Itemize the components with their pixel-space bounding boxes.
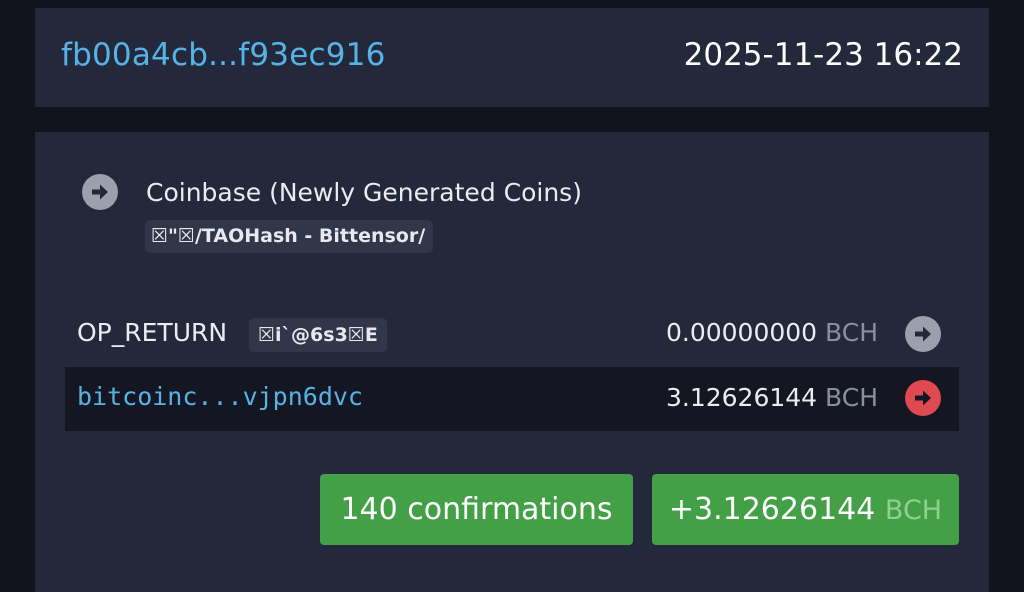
output-amount: 0.00000000 BCH xyxy=(666,318,878,347)
coinbase-script: ☒"☒/TAOHash - Bittensor/ xyxy=(145,220,434,253)
spent-arrow-icon[interactable] xyxy=(905,380,941,416)
arrow-right-circle-icon xyxy=(905,316,941,352)
coinbase-label: Coinbase (Newly Generated Coins) xyxy=(146,178,582,207)
total-amount-unit: BCH xyxy=(884,495,943,526)
op-return-label: OP_RETURN xyxy=(77,318,228,347)
total-amount-button[interactable]: +3.12626144 BCH xyxy=(652,474,959,545)
output-address-link[interactable]: bitcoinc...vjpn6dvc xyxy=(77,382,363,411)
amount-value: 0.00000000 xyxy=(665,318,818,347)
amount-value: 3.12626144 xyxy=(665,383,818,412)
arrow-right-circle-icon xyxy=(82,174,118,210)
amount-unit: BCH xyxy=(825,318,878,347)
output-amount: 3.12626144 BCH xyxy=(666,383,878,412)
timestamp: 2025-11-23 16:22 xyxy=(683,37,963,73)
txid-link[interactable]: fb00a4cb...f93ec916 xyxy=(61,37,386,73)
amount-unit: BCH xyxy=(825,383,878,412)
confirmations-button[interactable]: 140 confirmations xyxy=(320,474,633,545)
total-amount-value: +3.12626144 xyxy=(668,492,876,527)
op-return-data: ☒i`@6s3☒E xyxy=(249,318,387,352)
